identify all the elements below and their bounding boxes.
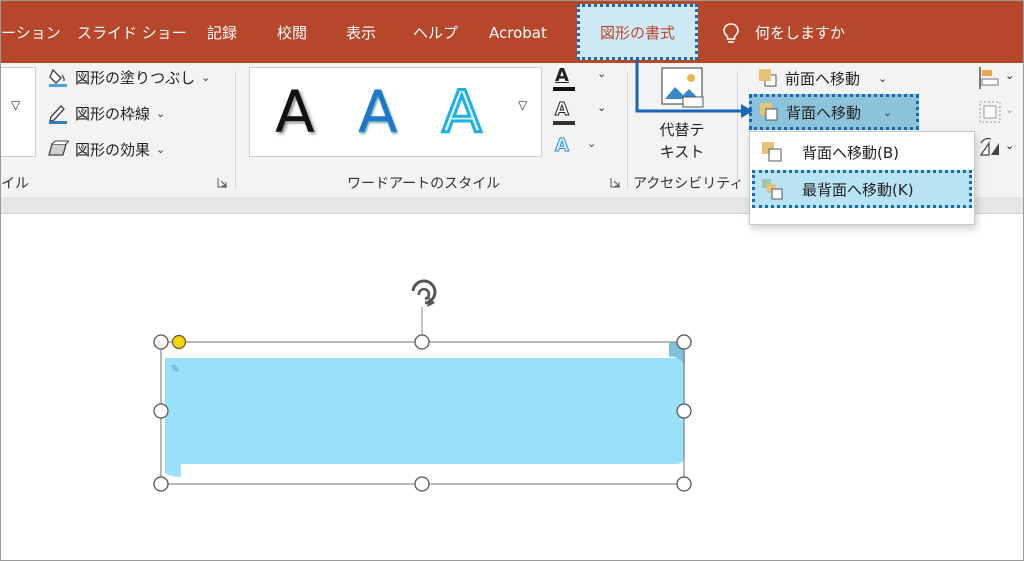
chevron-down-icon: ⌄: [156, 142, 166, 156]
wordart-style-outline[interactable]: A: [441, 74, 484, 150]
resize-handle-bottom[interactable]: [414, 476, 430, 492]
wordart-style-black[interactable]: A: [275, 74, 315, 150]
text-fill-letter: A: [555, 65, 569, 86]
send-backward-label: 背面へ移動: [786, 103, 862, 122]
bring-forward-label: 前面へ移動: [785, 69, 861, 88]
text-fill-button[interactable]: A ⌄: [553, 65, 609, 95]
chevron-down-icon: ⌄: [156, 106, 166, 120]
send-backward-icon: [762, 142, 782, 162]
resize-handle-bottom-right[interactable]: [676, 476, 692, 492]
send-backward-button[interactable]: 背面へ移動 ⌄: [749, 94, 919, 130]
chevron-down-icon: ⌄: [597, 67, 607, 80]
pen-outline-icon: [49, 104, 67, 124]
ribbon-tab-bar: ーション スライド ショー 記録 校閲 表示 ヘルプ Acrobat 図形の書式…: [1, 1, 1023, 63]
tab-slideshow[interactable]: スライド ショー: [77, 1, 187, 63]
wordart-style-blue[interactable]: A: [358, 74, 398, 150]
group-objects-icon[interactable]: [977, 99, 1003, 125]
bring-forward-icon: [759, 69, 777, 87]
adjust-handle[interactable]: [171, 334, 187, 350]
picture-icon: [661, 67, 704, 108]
wordart-group-label: ワードアートのスタイル: [347, 176, 501, 192]
tab-record[interactable]: 記録: [207, 1, 237, 63]
chevron-down-icon: ⌄: [1005, 69, 1015, 82]
wordart-style-gallery: A A A: [249, 67, 509, 157]
chevron-down-icon: ⌄: [1005, 103, 1015, 116]
shape-styles-gallery-more[interactable]: ▽: [1, 67, 36, 157]
shape-effects-label: 図形の効果: [75, 140, 151, 159]
text-outline-letter: A: [555, 99, 570, 121]
tab-view[interactable]: 表示: [346, 1, 376, 63]
chevron-down-icon: ⌄: [883, 105, 893, 119]
tab-acrobat[interactable]: Acrobat: [489, 1, 547, 63]
shape-outline-label: 図形の枠線: [75, 104, 151, 123]
chevron-down-icon: ⌄: [1005, 139, 1015, 152]
powerpoint-window: ーション スライド ショー 記録 校閲 表示 ヘルプ Acrobat 図形の書式…: [0, 0, 1024, 561]
send-to-back-icon: [762, 179, 783, 200]
resize-handle-right[interactable]: [676, 403, 692, 419]
menu-item-send-backward[interactable]: 背面へ移動(B): [750, 134, 974, 170]
menu-item-send-to-back-label: 最背面へ移動(K): [802, 180, 914, 199]
dialog-launcher-icon[interactable]: [610, 177, 621, 188]
resize-handle-top-right[interactable]: [676, 334, 692, 350]
rotate-icon[interactable]: [977, 135, 1003, 161]
align-icon[interactable]: [977, 65, 1003, 91]
scroll-shape[interactable]: [165, 342, 685, 477]
chevron-down-icon: ▽: [11, 98, 21, 112]
tab-shape-format[interactable]: 図形の書式: [577, 4, 698, 60]
resize-handle-bottom-left[interactable]: [153, 476, 169, 492]
chevron-down-icon: ⌄: [597, 101, 607, 114]
chevron-down-icon: ⌄: [878, 71, 888, 85]
text-outline-button[interactable]: A ⌄: [553, 99, 609, 129]
text-fill-color-bar: [553, 87, 575, 91]
shape-fill-button[interactable]: 図形の塗りつぶし ⌄: [47, 64, 210, 90]
resize-handle-left[interactable]: [153, 403, 169, 419]
paint-bucket-icon: [49, 68, 67, 87]
resize-handle-top[interactable]: [414, 334, 430, 350]
accessibility-group-label: アクセシビリティ: [633, 176, 744, 192]
text-effects-letter: A: [555, 135, 570, 157]
tab-help[interactable]: ヘルプ: [413, 1, 458, 63]
tab-slideshow-partial[interactable]: ーション: [1, 1, 61, 63]
resize-handle-top-left[interactable]: [153, 334, 169, 350]
shape-fill-label: 図形の塗りつぶし: [75, 68, 196, 87]
send-backward-menu: 背面へ移動(B) 最背面へ移動(K): [749, 131, 975, 225]
alt-text-line1: 代替テ: [659, 121, 705, 139]
shape-styles-group-label: イル: [1, 176, 29, 192]
send-backward-icon: [760, 103, 778, 121]
alt-text-label: 代替テ キスト: [651, 119, 713, 163]
chevron-down-icon: ⌄: [587, 137, 597, 150]
menu-item-send-backward-label: 背面へ移動(B): [802, 143, 899, 162]
text-effects-button[interactable]: A ⌄: [553, 135, 609, 165]
slide-canvas: [153, 279, 692, 492]
menu-item-send-to-back[interactable]: 最背面へ移動(K): [750, 171, 974, 207]
group-separator: [627, 71, 628, 189]
shape-effects-button[interactable]: 図形の効果 ⌄: [47, 136, 165, 162]
chevron-down-icon: ▽: [518, 98, 528, 112]
chevron-down-icon: ⌄: [201, 70, 211, 84]
bring-forward-button[interactable]: 前面へ移動 ⌄: [757, 65, 887, 91]
tell-me-search[interactable]: 何をしますか: [755, 1, 845, 63]
lightbulb-icon: [723, 23, 739, 43]
group-separator: [737, 71, 738, 189]
tab-review[interactable]: 校閲: [277, 1, 307, 63]
text-outline-color-bar: [553, 121, 575, 125]
shape-effects-icon: [48, 140, 69, 156]
wordart-gallery-more[interactable]: ▽: [507, 67, 542, 157]
dialog-launcher-icon[interactable]: [217, 177, 228, 188]
rotate-handle-icon[interactable]: [411, 279, 437, 307]
alt-text-line2: キスト: [659, 143, 705, 161]
group-separator: [235, 71, 236, 189]
shape-outline-button[interactable]: 図形の枠線 ⌄: [47, 100, 165, 126]
